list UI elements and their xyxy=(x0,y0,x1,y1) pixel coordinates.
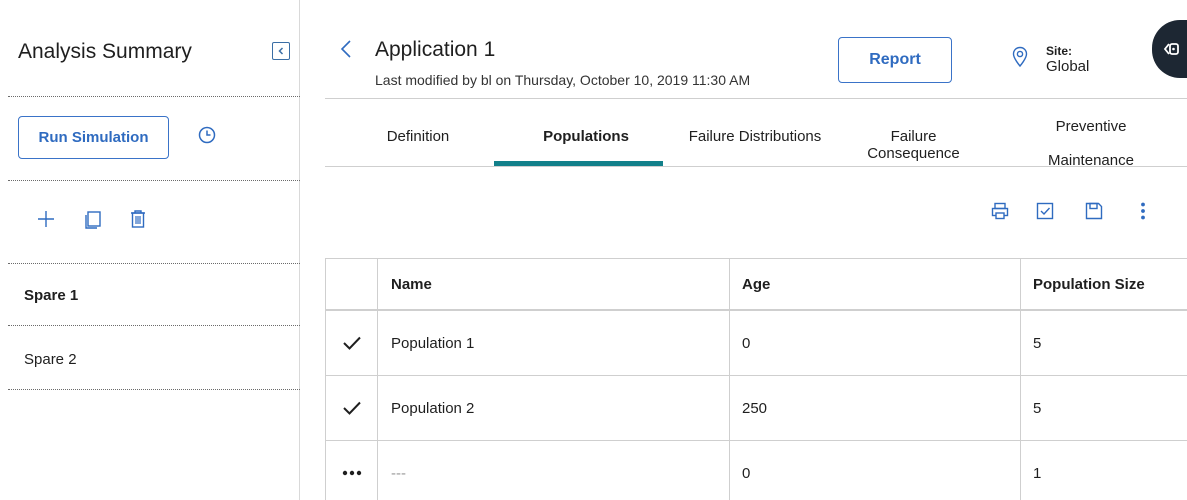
row-selected-check-icon[interactable] xyxy=(326,311,378,375)
sidebar-title: Analysis Summary xyxy=(18,40,192,63)
location-pin-icon xyxy=(1012,46,1028,68)
tab-definition[interactable]: Definition xyxy=(384,128,452,145)
divider xyxy=(8,96,300,97)
divider xyxy=(325,166,1187,167)
analysis-sidebar: Analysis Summary Run Simulation Spare 1 … xyxy=(0,0,300,500)
collapse-panel-icon[interactable] xyxy=(272,42,290,60)
print-icon[interactable] xyxy=(990,201,1010,221)
column-header-age[interactable]: Age xyxy=(730,259,1021,309)
column-header-name[interactable]: Name xyxy=(378,259,730,309)
divider xyxy=(8,180,300,181)
panel-expand-icon xyxy=(1163,43,1179,55)
cell-age[interactable]: 0 xyxy=(730,441,1021,500)
last-modified-text: Last modified by bl on Thursday, October… xyxy=(375,72,751,88)
populations-table: Name Age Population Size Population 1 0 … xyxy=(325,258,1187,500)
row-more-icon[interactable] xyxy=(326,441,378,500)
cell-name[interactable]: Population 1 xyxy=(378,311,730,375)
tab-populations[interactable]: Populations xyxy=(531,128,641,145)
row-selected-check-icon[interactable] xyxy=(326,376,378,440)
header-select-cell xyxy=(326,259,378,309)
divider xyxy=(325,98,1187,99)
copy-icon[interactable] xyxy=(82,208,104,230)
site-label: Site: xyxy=(1046,44,1073,58)
cell-population-size[interactable]: 5 xyxy=(1021,311,1187,375)
delete-icon[interactable] xyxy=(127,208,149,230)
column-header-population-size[interactable]: Population Size xyxy=(1021,259,1187,309)
table-row[interactable]: Population 1 0 5 xyxy=(326,311,1187,376)
cell-age[interactable]: 250 xyxy=(730,376,1021,440)
tab-preventive-maintenance[interactable]: Preventive Maintenance xyxy=(1036,110,1146,178)
site-value[interactable]: Global xyxy=(1046,58,1089,75)
table-header-row: Name Age Population Size xyxy=(326,259,1187,311)
check-icon[interactable] xyxy=(1035,201,1055,221)
divider xyxy=(8,263,300,264)
side-panel-toggle[interactable] xyxy=(1152,20,1187,78)
table-row[interactable]: --- 0 1 xyxy=(326,441,1187,500)
cell-age[interactable]: 0 xyxy=(730,311,1021,375)
sidebar-item-spare-1[interactable]: Spare 1 xyxy=(24,287,78,304)
main-content: Application 1 Last modified by bl on Thu… xyxy=(301,0,1187,500)
history-icon[interactable] xyxy=(197,125,217,145)
tab-label-line-1: Preventive xyxy=(1055,118,1127,135)
divider xyxy=(8,325,300,326)
cell-population-size[interactable]: 5 xyxy=(1021,376,1187,440)
page-title: Application 1 xyxy=(375,38,496,61)
report-button[interactable]: Report xyxy=(838,37,952,83)
save-icon[interactable] xyxy=(1084,201,1104,221)
sidebar-item-spare-2[interactable]: Spare 2 xyxy=(24,351,77,368)
cell-name[interactable]: --- xyxy=(378,441,730,500)
back-chevron-icon[interactable] xyxy=(339,38,353,60)
run-simulation-button[interactable]: Run Simulation xyxy=(18,116,169,159)
tab-failure-distributions[interactable]: Failure Distributions xyxy=(681,128,829,145)
cell-name[interactable]: Population 2 xyxy=(378,376,730,440)
more-vertical-icon[interactable] xyxy=(1133,201,1153,221)
tab-label-line-2: Maintenance xyxy=(1048,152,1134,169)
cell-population-size[interactable]: 1 xyxy=(1021,441,1187,500)
divider xyxy=(8,389,300,390)
add-icon[interactable] xyxy=(35,208,57,230)
tab-failure-consequence[interactable]: Failure Consequence xyxy=(846,128,981,162)
table-row[interactable]: Population 2 250 5 xyxy=(326,376,1187,441)
